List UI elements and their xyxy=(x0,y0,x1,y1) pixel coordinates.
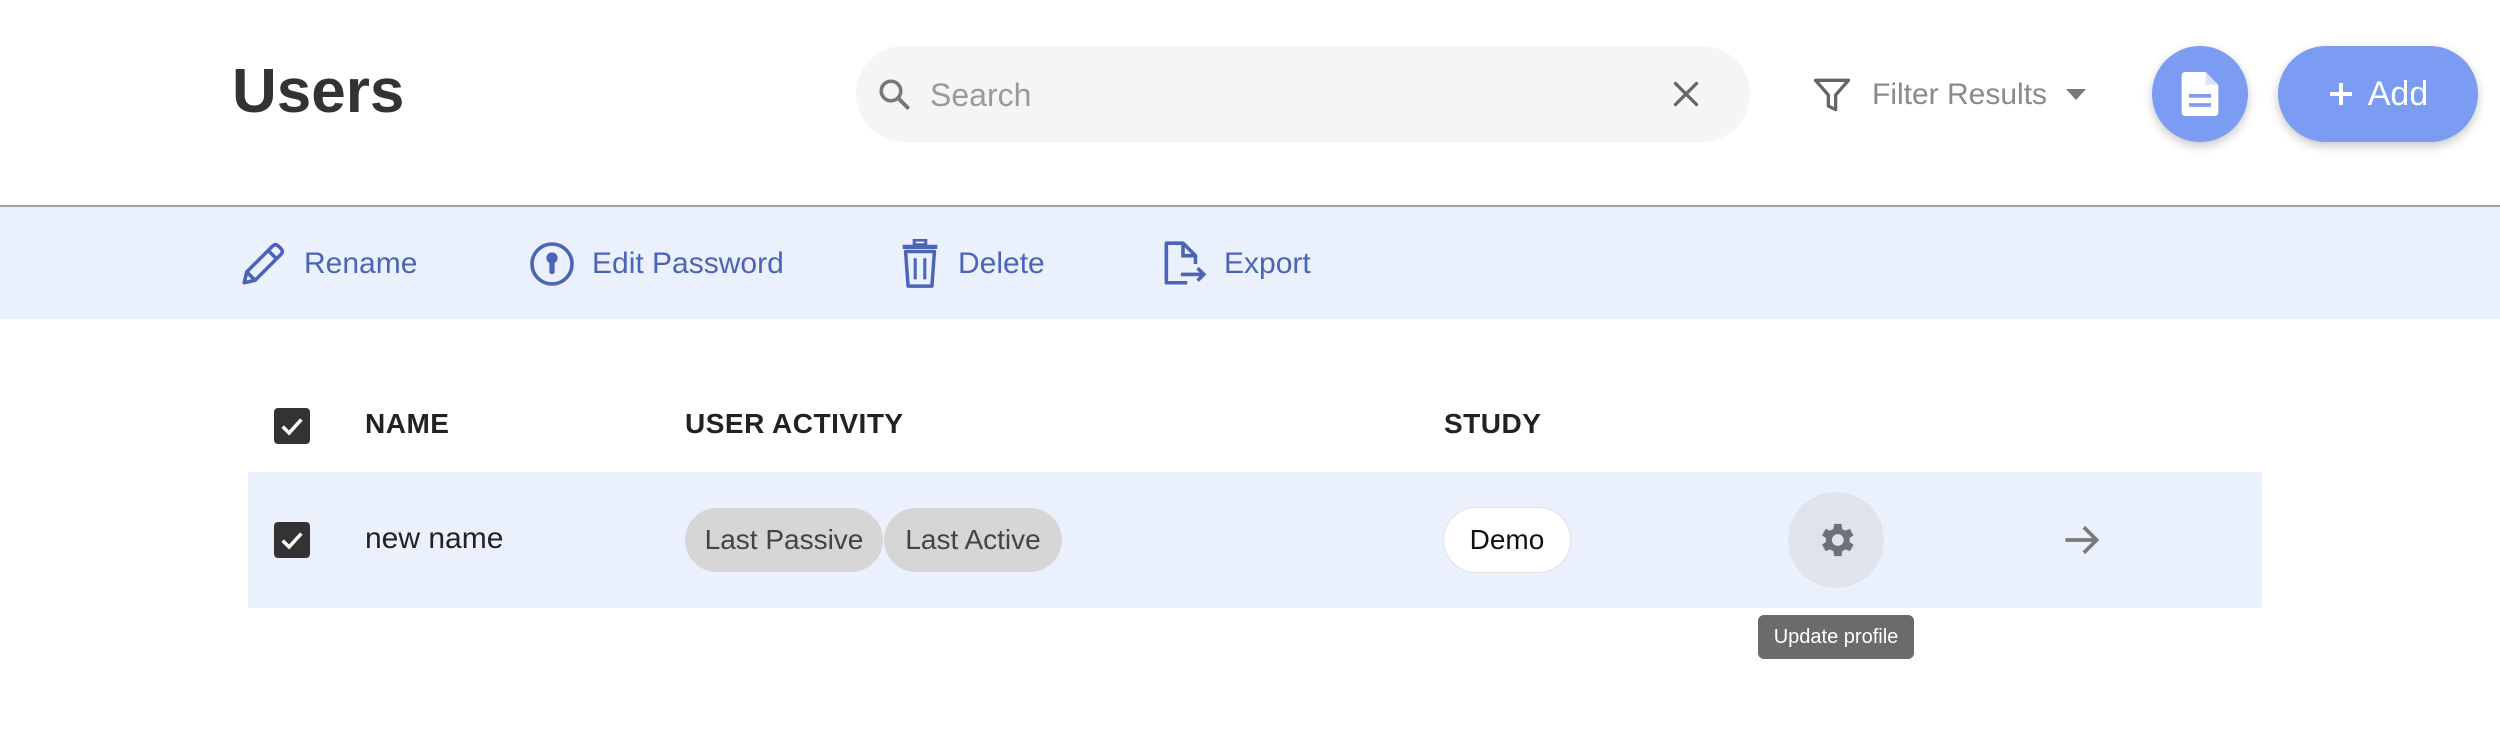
column-header-study: STUDY xyxy=(1444,408,1542,439)
row-checkbox[interactable] xyxy=(274,522,310,558)
add-button-label: Add xyxy=(2367,74,2429,113)
user-name: new name xyxy=(365,522,504,555)
export-icon xyxy=(1164,241,1207,285)
close-icon[interactable] xyxy=(1668,76,1704,112)
search-bar[interactable] xyxy=(856,46,1750,142)
update-profile-button[interactable] xyxy=(1788,492,1884,588)
select-all-checkbox[interactable] xyxy=(274,408,310,444)
column-header-user-activity: USER ACTIVITY xyxy=(685,408,904,439)
page-title: Users xyxy=(232,57,405,126)
trash-icon xyxy=(902,239,938,288)
add-button[interactable]: Add xyxy=(2278,46,2478,142)
arrow-right-icon[interactable] xyxy=(2060,518,2104,562)
column-header-name: NAME xyxy=(365,408,450,439)
search-icon xyxy=(879,79,910,110)
export-button[interactable]: Export xyxy=(1158,237,1311,291)
plus-icon xyxy=(2329,83,2352,105)
document-button[interactable] xyxy=(2152,46,2248,142)
filter-results-label: Filter Results xyxy=(1872,78,2048,111)
update-profile-tooltip: Update profile xyxy=(1758,615,1914,659)
filter-results-button[interactable]: Filter Results xyxy=(1810,70,2087,120)
rename-label: Rename xyxy=(304,247,418,280)
export-label: Export xyxy=(1224,247,1311,280)
checkmark-icon xyxy=(281,532,303,550)
document-icon xyxy=(2181,72,2219,116)
checkmark-icon xyxy=(281,418,303,436)
search-input[interactable] xyxy=(928,66,1632,124)
delete-button[interactable]: Delete xyxy=(898,237,1045,291)
pencil-icon xyxy=(242,242,285,285)
rename-button[interactable]: Rename xyxy=(238,237,417,291)
delete-label: Delete xyxy=(958,247,1045,280)
activity-chip-last-passive: Last Passive xyxy=(685,508,883,572)
edit-password-label: Edit Password xyxy=(592,247,784,280)
study-chip: Demo xyxy=(1444,508,1570,572)
chevron-down-icon xyxy=(2066,89,2087,100)
action-toolbar: Rename Edit Password Delete Export xyxy=(0,207,2500,319)
edit-password-button[interactable]: Edit Password xyxy=(528,237,784,291)
table-row[interactable] xyxy=(248,472,2262,608)
filter-icon xyxy=(1813,78,1851,112)
gear-icon xyxy=(1822,523,1854,557)
activity-chip-last-active: Last Active xyxy=(884,508,1062,572)
keyhole-icon xyxy=(530,242,574,286)
